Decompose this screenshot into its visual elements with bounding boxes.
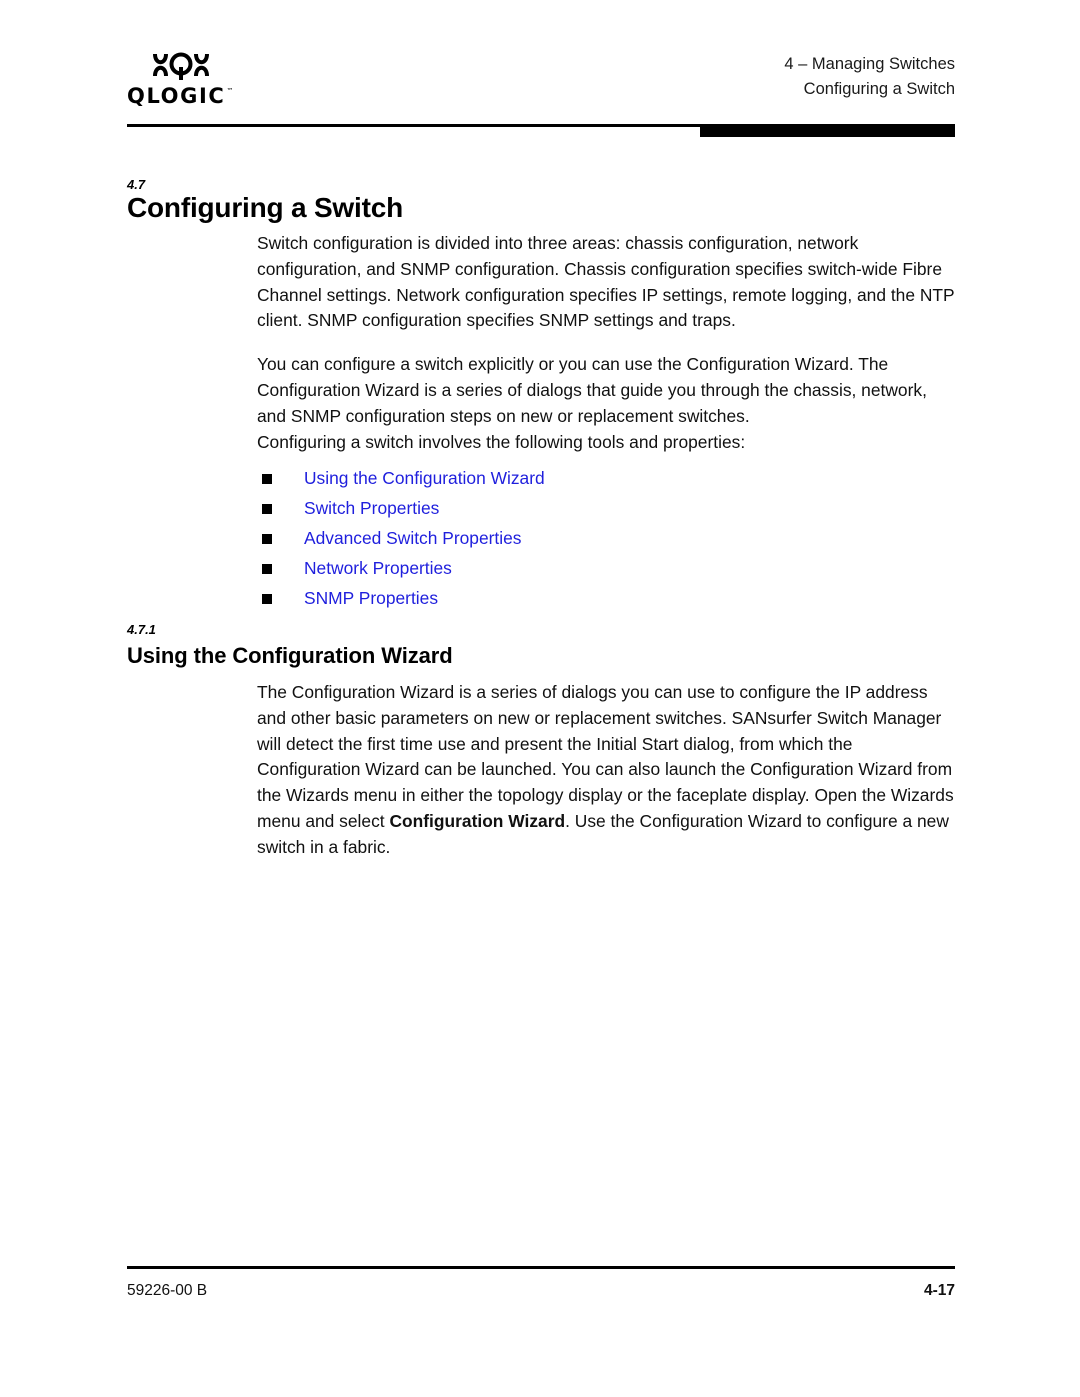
footer-rule [127, 1266, 955, 1269]
qlogic-logo: QLOGIC ™ [127, 52, 237, 107]
list-item[interactable]: Switch Properties [257, 493, 877, 523]
list-item[interactable]: SNMP Properties [257, 583, 877, 613]
document-page: QLOGIC ™ 4 – Managing Switches Configuri… [0, 0, 1080, 1397]
trademark-icon: ™ [226, 87, 234, 95]
bullet-square-icon [262, 504, 272, 514]
link-switch-properties[interactable]: Switch Properties [304, 496, 439, 520]
bullet-square-icon [262, 564, 272, 574]
header-breadcrumb: 4 – Managing Switches Configuring a Swit… [784, 52, 955, 102]
link-network-properties[interactable]: Network Properties [304, 556, 452, 580]
bullet-square-icon [262, 594, 272, 604]
subsection-title: Using the Configuration Wizard [127, 643, 453, 668]
section-paragraph-3: Configuring a switch involves the follow… [257, 432, 746, 452]
list-item[interactable]: Using the Configuration Wizard [257, 463, 877, 493]
related-topics-list: Using the Configuration Wizard Switch Pr… [257, 463, 877, 613]
section-number: 4.7 [127, 177, 146, 192]
page-title: Configuring a Switch [127, 192, 403, 223]
link-advanced-switch-properties[interactable]: Advanced Switch Properties [304, 526, 522, 550]
bullet-square-icon [262, 474, 272, 484]
footer-document-number: 59226-00 B [127, 1282, 208, 1299]
list-item[interactable]: Network Properties [257, 553, 877, 583]
footer-page-number: 4-17 [923, 1282, 955, 1299]
bullet-square-icon [262, 534, 272, 544]
header-chapter-line: 4 – Managing Switches [784, 55, 955, 73]
qlogic-wordmark: QLOGIC ™ [127, 86, 237, 107]
list-item[interactable]: Advanced Switch Properties [257, 523, 877, 553]
section-paragraph-1: Switch configuration is divided into thr… [257, 233, 955, 331]
qlogic-wordmark-text: QLOGIC [127, 84, 226, 108]
header-accent-bar [700, 124, 955, 137]
subsection-paragraph-1: The Configuration Wizard is a series of … [257, 680, 957, 861]
link-snmp-properties[interactable]: SNMP Properties [304, 586, 438, 610]
qlogic-logo-mark [153, 52, 209, 80]
link-using-the-configuration-wizard[interactable]: Using the Configuration Wizard [304, 466, 545, 490]
subsection-number: 4.7.1 [127, 622, 156, 637]
header-section-line: Configuring a Switch [803, 80, 955, 98]
subsection-paragraph-1-emphasis: Configuration Wizard [389, 810, 566, 831]
section-paragraph-2: You can configure a switch explicitly or… [257, 354, 927, 426]
subsection-paragraph-1-part1: The Configuration Wizard is a series of … [257, 682, 954, 831]
